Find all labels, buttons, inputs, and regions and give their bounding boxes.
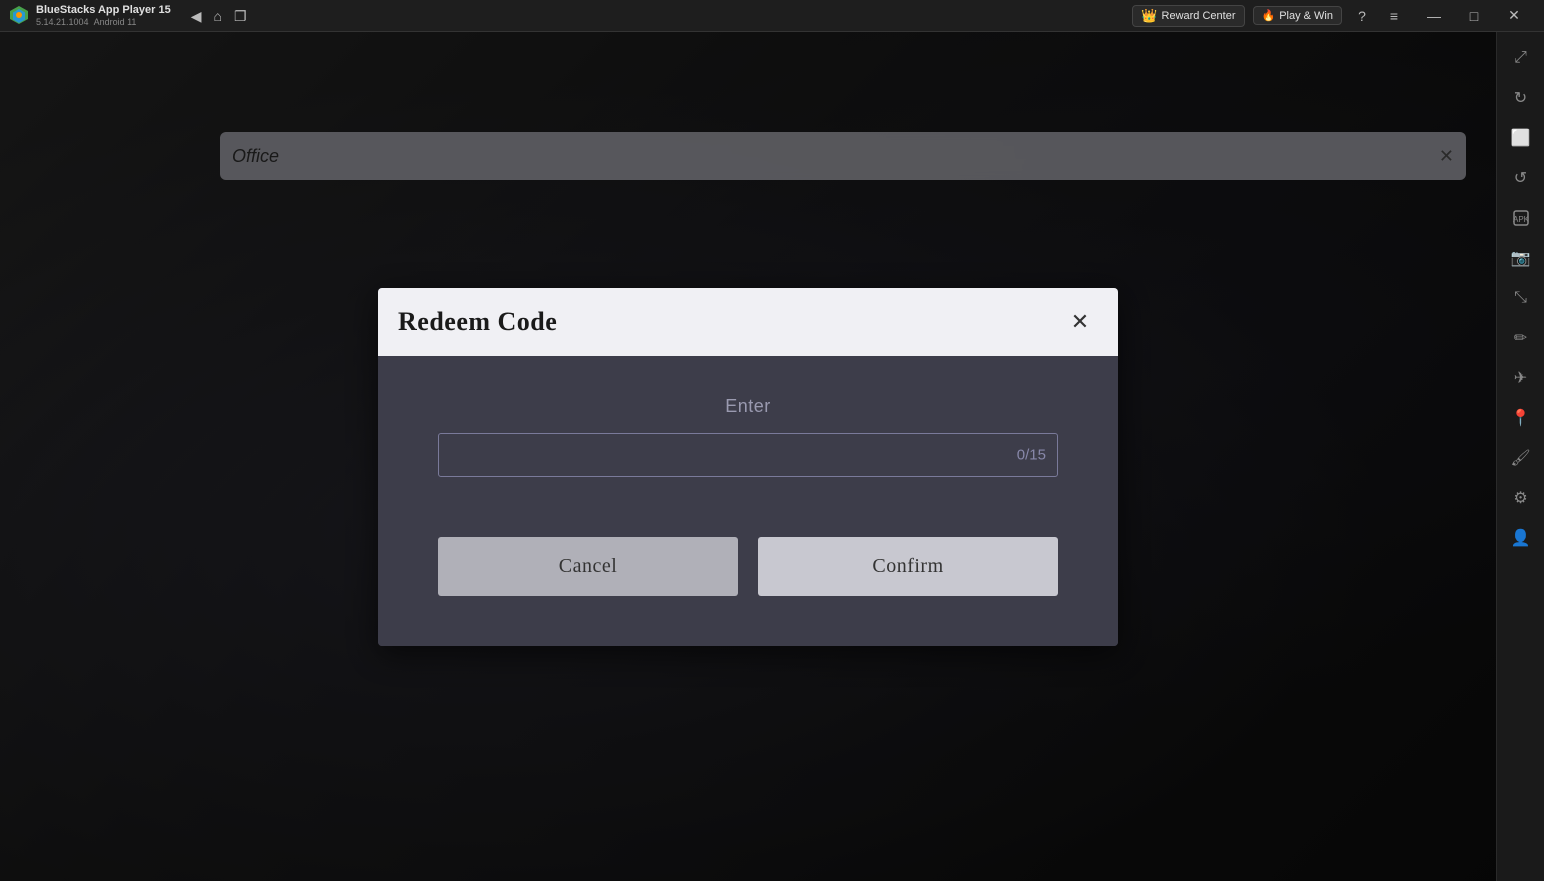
modal-backdrop: Redeem Code ✕ Enter 0/15 Cancel Confirm (0, 32, 1496, 881)
enter-label: Enter (438, 396, 1058, 417)
input-counter: 0/15 (1017, 446, 1046, 463)
maximize-button[interactable]: □ (1454, 0, 1494, 32)
sidebar-brush-icon[interactable]: 🖌 (1503, 440, 1539, 476)
sidebar-airplane-icon[interactable]: ✈ (1503, 360, 1539, 396)
main-content: Office ✕ Redeem Code ✕ Enter 0/15 Cancel… (0, 32, 1496, 881)
close-button[interactable]: ✕ (1494, 0, 1534, 32)
play-win-button[interactable]: 🔥 Play & Win (1253, 6, 1343, 25)
sidebar-apk-icon[interactable]: APK (1503, 200, 1539, 236)
bluestacks-logo-icon (8, 4, 30, 26)
help-button[interactable]: ? (1350, 4, 1374, 28)
dialog-close-button[interactable]: ✕ (1062, 304, 1098, 340)
code-input-wrapper: 0/15 (438, 433, 1058, 477)
confirm-button[interactable]: Confirm (758, 537, 1058, 596)
sidebar-expand-icon[interactable]: ⤢ (1503, 40, 1539, 76)
fire-icon: 🔥 (1262, 9, 1276, 22)
home-button[interactable]: ⌂ (214, 9, 222, 23)
dialog-title: Redeem Code (398, 307, 557, 337)
sidebar-account-icon[interactable]: 👤 (1503, 520, 1539, 556)
titlebar-nav: ◀ ⌂ ❐ (179, 9, 259, 23)
window-controls: — □ ✕ (1414, 0, 1534, 32)
code-input[interactable] (438, 433, 1058, 477)
titlebar: BlueStacks App Player 15 5.14.21.1004 An… (0, 0, 1544, 32)
sidebar-landscape-icon[interactable]: ⬜ (1503, 120, 1539, 156)
sidebar-scale-icon[interactable]: ⤡ (1503, 280, 1539, 316)
menu-button[interactable]: ≡ (1382, 4, 1406, 28)
titlebar-right: 👑 Reward Center 🔥 Play & Win ? ≡ — □ ✕ (1122, 0, 1544, 32)
redeem-code-dialog: Redeem Code ✕ Enter 0/15 Cancel Confirm (378, 288, 1118, 646)
minimize-button[interactable]: — (1414, 0, 1454, 32)
copy-button[interactable]: ❐ (234, 9, 247, 23)
svg-text:APK: APK (1512, 215, 1529, 224)
app-version: 5.14.21.1004 Android 11 (36, 17, 171, 28)
sidebar-rotate-icon[interactable]: ↻ (1503, 80, 1539, 116)
dialog-body: Enter 0/15 Cancel Confirm (378, 356, 1118, 646)
dialog-header: Redeem Code ✕ (378, 288, 1118, 356)
app-logo: BlueStacks App Player 15 5.14.21.1004 An… (0, 4, 179, 28)
sidebar-location-icon[interactable]: 📍 (1503, 400, 1539, 436)
app-name: BlueStacks App Player 15 5.14.21.1004 An… (36, 4, 171, 28)
sidebar-refresh-icon[interactable]: ↺ (1503, 160, 1539, 196)
dialog-footer: Cancel Confirm (438, 537, 1058, 616)
cancel-button[interactable]: Cancel (438, 537, 738, 596)
crown-icon: 👑 (1141, 8, 1157, 24)
back-button[interactable]: ◀ (191, 9, 202, 23)
reward-center-button[interactable]: 👑 Reward Center (1132, 5, 1244, 27)
sidebar-screenshot-icon[interactable]: 📷 (1503, 240, 1539, 276)
sidebar-edit-icon[interactable]: ✏ (1503, 320, 1539, 356)
right-sidebar: ⤢ ↻ ⬜ ↺ APK 📷 ⤡ ✏ ✈ 📍 🖌 ⚙ 👤 (1496, 32, 1544, 881)
sidebar-settings-icon[interactable]: ⚙ (1503, 480, 1539, 516)
